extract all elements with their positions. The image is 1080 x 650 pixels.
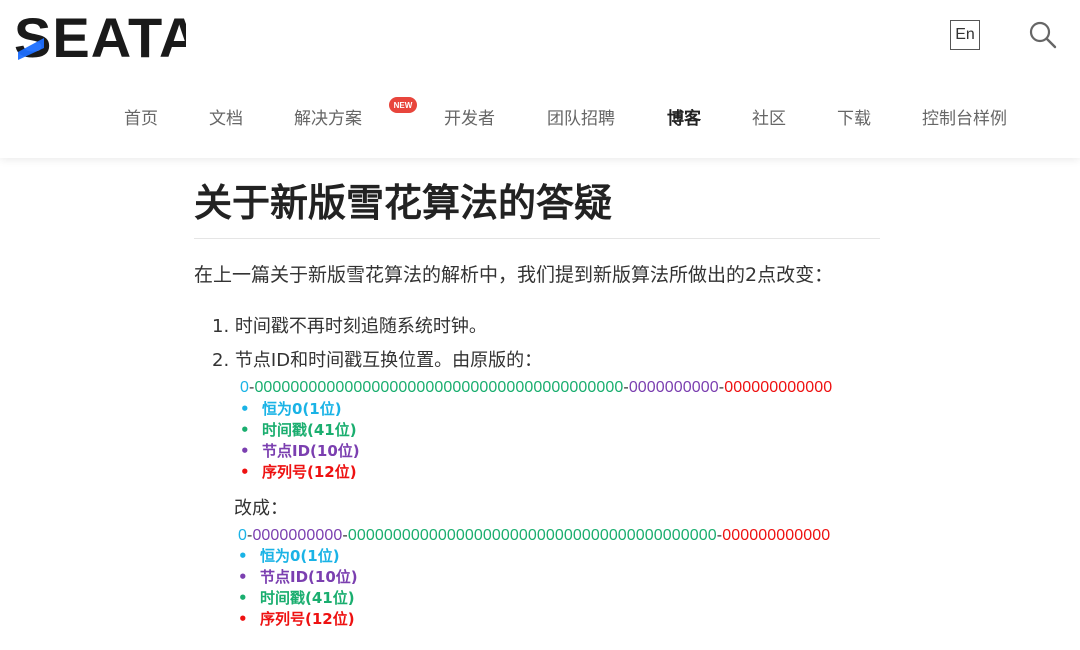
original-legend: • 恒为0(1位) • 时间戳(41位) • 节点ID(10位) • 序列号(12位)	[240, 399, 360, 483]
legend-label: 时间戳(41位)	[262, 421, 357, 439]
bits-sequence: 000000000000	[722, 527, 831, 544]
legend-item: • 恒为0(1位)	[238, 546, 358, 567]
legend-item: • 恒为0(1位)	[240, 399, 360, 420]
logo-text: SEATA	[14, 8, 186, 64]
nav-item-console-samples[interactable]: 控制台样例	[922, 104, 1007, 134]
legend-item: • 时间戳(41位)	[240, 420, 360, 441]
legend-item: • 时间戳(41位)	[238, 588, 358, 609]
legend-label: 节点ID(10位)	[262, 442, 360, 460]
legend-label: 恒为0(1位)	[262, 400, 342, 418]
bullet-dot: •	[238, 568, 248, 586]
legend-item: • 序列号(12位)	[240, 462, 360, 483]
nav-item-download[interactable]: 下载	[837, 104, 871, 134]
new-bit-layout: 0-0000000000-000000000000000000000000000…	[238, 526, 830, 546]
nav-item-solutions[interactable]: 解决方案	[294, 104, 362, 134]
site-header: SEATA En 首页 文档 解决方案 开发者 团队招聘 博客 社区 下载 控制…	[0, 0, 1080, 158]
original-bit-layout: 0-00000000000000000000000000000000000000…	[240, 378, 832, 398]
nav-item-community[interactable]: 社区	[752, 104, 786, 134]
bits-node: 0000000000	[628, 379, 719, 396]
legend-item: • 序列号(12位)	[238, 609, 358, 630]
bullet-dot: •	[238, 610, 248, 628]
article-title: 关于新版雪花算法的答疑	[194, 181, 613, 225]
list-item: 2. 节点ID和时间戳互换位置。由原版的：	[212, 350, 543, 371]
search-icon[interactable]	[1026, 18, 1060, 52]
new-badge: NEW	[389, 97, 417, 113]
bits-timestamp: 0000000000000000000000000000000000000000…	[347, 527, 717, 544]
bits-node: 0000000000	[252, 527, 343, 544]
bits-sign: 0	[238, 527, 247, 544]
nav-item-home[interactable]: 首页	[124, 104, 158, 134]
bullet-dot: •	[240, 463, 250, 481]
nav-item-docs[interactable]: 文档	[209, 104, 243, 134]
bits-timestamp: 0000000000000000000000000000000000000000…	[254, 379, 624, 396]
bullet-dot: •	[240, 400, 250, 418]
bullet-dot: •	[240, 421, 250, 439]
legend-label: 序列号(12位)	[260, 610, 355, 628]
list-item: 1. 时间戳不再时刻追随系统时钟。	[212, 316, 487, 337]
nav-item-blog[interactable]: 博客	[667, 104, 701, 134]
legend-label: 序列号(12位)	[262, 463, 357, 481]
legend-label: 时间戳(41位)	[260, 589, 355, 607]
language-toggle-button[interactable]: En	[950, 20, 980, 50]
bullet-dot: •	[240, 442, 250, 460]
title-divider	[194, 238, 880, 239]
bits-sequence: 000000000000	[724, 379, 833, 396]
seata-logo[interactable]: SEATA	[14, 8, 186, 64]
intro-paragraph: 在上一篇关于新版雪花算法的解析中，我们提到新版算法所做出的2点改变：	[194, 264, 834, 286]
legend-label: 恒为0(1位)	[260, 547, 340, 565]
new-legend: • 恒为0(1位) • 节点ID(10位) • 时间戳(41位) • 序列号(12位)	[238, 546, 358, 630]
bits-sign: 0	[240, 379, 249, 396]
legend-label: 节点ID(10位)	[260, 568, 358, 586]
nav-item-developers[interactable]: 开发者	[444, 104, 495, 134]
legend-item: • 节点ID(10位)	[238, 567, 358, 588]
legend-item: • 节点ID(10位)	[240, 441, 360, 462]
change-label: 改成：	[234, 498, 288, 519]
bullet-dot: •	[238, 547, 248, 565]
nav-item-jobs[interactable]: 团队招聘	[547, 104, 615, 134]
bullet-dot: •	[238, 589, 248, 607]
